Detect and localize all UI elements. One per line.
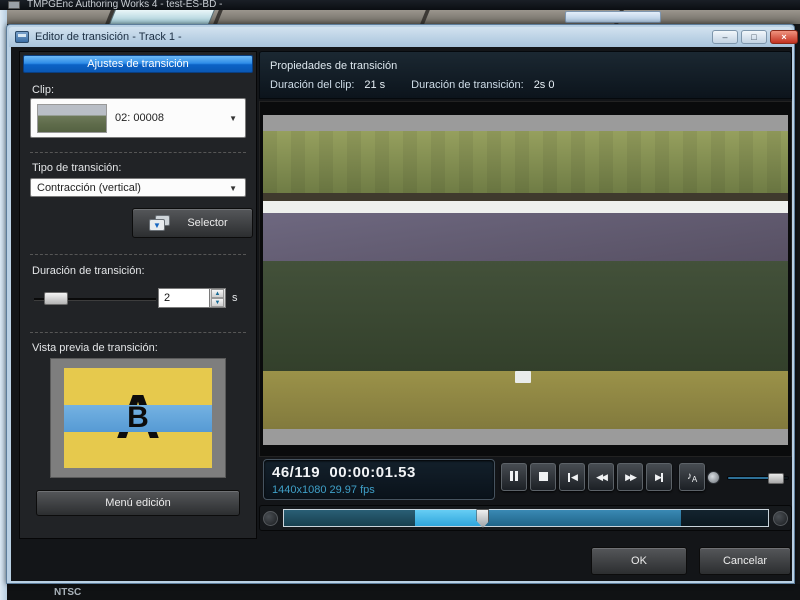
transition-type-dropdown[interactable]: Contracción (vertical) ▼	[30, 178, 246, 197]
transition-type-label: Tipo de transición:	[32, 162, 122, 174]
timecode-main: 46/119 00:00:01.53	[272, 464, 416, 481]
step-forward-button[interactable]: ▶	[646, 463, 672, 491]
clip-dropdown[interactable]: 02: 00008 ▼	[30, 98, 246, 138]
video-clip-b-sky	[263, 201, 788, 213]
properties-values: Duración del clip: 21 s Duración de transi…	[270, 79, 554, 91]
seek-segment-transition	[414, 510, 483, 526]
video-frame	[263, 115, 788, 445]
seek-bar-row	[259, 505, 792, 531]
transition-editor-dialog: Editor de transición - Track 1 - – □ × A…	[6, 24, 798, 584]
cancel-button[interactable]: Cancelar	[699, 547, 791, 575]
clip-duration-value: 21 s	[364, 79, 386, 91]
pause-button[interactable]	[501, 463, 527, 491]
seek-end-button[interactable]	[773, 511, 788, 526]
timecode-display: 46/119 00:00:01.53 1440x1080 29.97 fps	[263, 459, 495, 500]
app-title-bar: TMPGEnc Authoring Works 4 - test-ES-BD -	[0, 0, 800, 10]
playback-controls-row: 46/119 00:00:01.53 1440x1080 29.97 fps ◀…	[259, 459, 792, 503]
chevron-down-icon: ▼	[229, 184, 237, 193]
stop-icon	[538, 471, 548, 481]
preview-blue-band: B	[64, 403, 212, 433]
transition-preview: A B	[64, 368, 212, 468]
clip-label: Clip:	[32, 84, 55, 96]
properties-header: Propiedades de transición Duración del c…	[259, 51, 792, 99]
seek-bar[interactable]	[283, 509, 769, 528]
app-icon	[8, 1, 20, 9]
transition-duration-value: 2s 0	[533, 79, 555, 91]
duration-unit-label: s	[232, 292, 238, 304]
preview-letter-b: B	[127, 401, 149, 434]
video-rock-band	[263, 193, 788, 201]
fast-forward-button[interactable]: ▶▶	[617, 463, 643, 491]
settings-panel: Ajustes de transición Clip: 02: 00008 ▼ …	[19, 51, 257, 539]
volume-slider[interactable]	[727, 473, 789, 484]
spinner-up-icon[interactable]: ▲	[211, 289, 224, 298]
tab-divider	[213, 10, 223, 24]
duration-slider-handle[interactable]	[44, 292, 68, 305]
seek-segment-remaining	[482, 510, 681, 526]
edit-menu-button[interactable]: Menú edición	[36, 490, 240, 516]
app-tab-bar[interactable]	[0, 10, 800, 24]
dialog-title-bar[interactable]: Editor de transición - Track 1 - – □ ×	[9, 27, 798, 47]
note-a-label: A	[691, 475, 698, 484]
selector-button-label: Selector	[187, 217, 228, 229]
clip-dropdown-value: 02: 00008	[115, 112, 164, 124]
spinner-down-icon[interactable]: ▼	[211, 298, 224, 307]
tab-active[interactable]	[109, 10, 215, 24]
video-clip-b-hillside	[263, 261, 788, 371]
seek-segment-played	[284, 510, 415, 526]
video-waterfall-detail	[515, 371, 531, 383]
maximize-button[interactable]: □	[741, 30, 767, 44]
toolbar-light-button[interactable]	[565, 11, 661, 23]
clip-duration-label: Duración del clip:	[270, 79, 355, 91]
selector-button[interactable]: ▼ Selector	[132, 208, 253, 238]
dialog-icon	[15, 31, 29, 43]
format-info: 1440x1080 29.97 fps	[272, 484, 375, 496]
video-preview-zone	[259, 101, 792, 457]
dialog-client-area: Ajustes de transición Clip: 02: 00008 ▼ …	[11, 47, 792, 581]
app-status-bar: NTSC	[7, 584, 800, 600]
preview-label: Vista previa de transición:	[32, 342, 158, 354]
audio-toggle-button[interactable]: ♪A	[679, 463, 705, 491]
frame-counter: 46/119	[272, 464, 321, 481]
seek-segment-end	[680, 510, 768, 526]
close-button[interactable]: ×	[770, 30, 798, 44]
volume-handle[interactable]	[768, 473, 784, 484]
transition-preview-frame: A B	[50, 358, 226, 478]
minimize-button[interactable]: –	[712, 30, 738, 44]
divider	[30, 332, 246, 333]
selector-windows-icon: ▼	[149, 215, 171, 231]
step-back-button[interactable]: ◀	[559, 463, 585, 491]
transition-type-value: Contracción (vertical)	[37, 182, 141, 194]
seek-start-button[interactable]	[263, 511, 278, 526]
divider	[30, 152, 246, 153]
tab-divider	[420, 10, 430, 24]
stop-button[interactable]	[530, 463, 556, 491]
ok-button[interactable]: OK	[591, 547, 687, 575]
timecode-value: 00:00:01.53	[329, 464, 416, 481]
properties-panel: Propiedades de transición Duración del c…	[259, 51, 792, 543]
speaker-icon[interactable]	[707, 471, 720, 484]
chevron-down-icon: ▼	[229, 114, 237, 123]
video-standard-label: NTSC	[54, 587, 82, 598]
dialog-title: Editor de transición - Track 1 -	[35, 31, 182, 43]
duration-label: Duración de transición:	[32, 265, 145, 277]
app-title: TMPGEnc Authoring Works 4 - test-ES-BD -	[27, 0, 223, 10]
transition-duration-label: Duración de transición:	[411, 79, 524, 91]
settings-panel-header: Ajustes de transición	[23, 55, 253, 73]
duration-spinner: ▲ ▼	[210, 288, 226, 308]
properties-title: Propiedades de transición	[270, 60, 398, 72]
volume-fill	[728, 477, 770, 479]
rewind-button[interactable]: ◀◀	[588, 463, 614, 491]
duration-input[interactable]: 2	[158, 288, 210, 308]
clip-thumbnail	[37, 104, 107, 133]
divider	[30, 254, 246, 255]
video-clip-a-top	[263, 131, 788, 193]
video-clip-b-mountain	[263, 213, 788, 261]
